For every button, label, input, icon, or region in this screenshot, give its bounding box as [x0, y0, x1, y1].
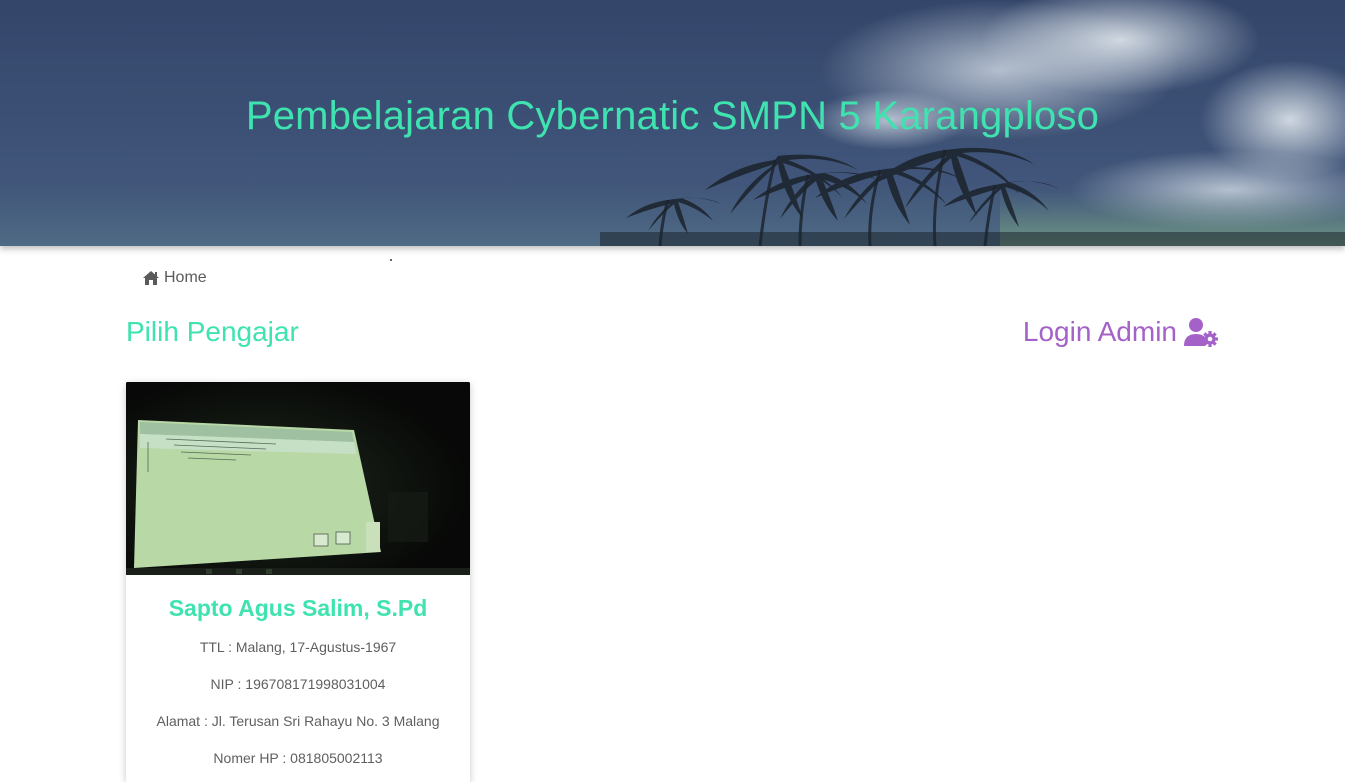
teacher-ttl: TTL : Malang, 17-Agustus-1967 [199, 639, 397, 655]
teacher-card-body: Sapto Agus Salim, S.Pd TTL : Malang, 17-… [126, 575, 470, 766]
teacher-card[interactable]: Sapto Agus Salim, S.Pd TTL : Malang, 17-… [126, 382, 470, 782]
dot-artifact [390, 259, 392, 261]
teacher-address: Alamat : Jl. Terusan Sri Rahayu No. 3 Ma… [156, 713, 440, 729]
login-admin-label: Login Admin [1022, 316, 1177, 347]
teacher-nip: NIP : 196708171998031004 [210, 676, 386, 692]
user-gear-icon [1184, 318, 1218, 347]
section-title: Pilih Pengajar [126, 316, 299, 347]
teacher-name: Sapto Agus Salim, S.Pd [168, 595, 428, 621]
teacher-photo [126, 382, 470, 575]
breadcrumb-label: Home [164, 269, 207, 286]
home-icon [143, 271, 159, 285]
hero-banner: Pembelajaran Cybernatic SMPN 5 Karangplo… [0, 0, 1345, 246]
teacher-phone: Nomer HP : 081805002113 [213, 750, 383, 766]
breadcrumb-home[interactable]: Home [142, 268, 207, 288]
login-admin-link[interactable]: Login Admin [1023, 316, 1219, 348]
site-title: Pembelajaran Cybernatic SMPN 5 Karangplo… [245, 94, 1100, 138]
